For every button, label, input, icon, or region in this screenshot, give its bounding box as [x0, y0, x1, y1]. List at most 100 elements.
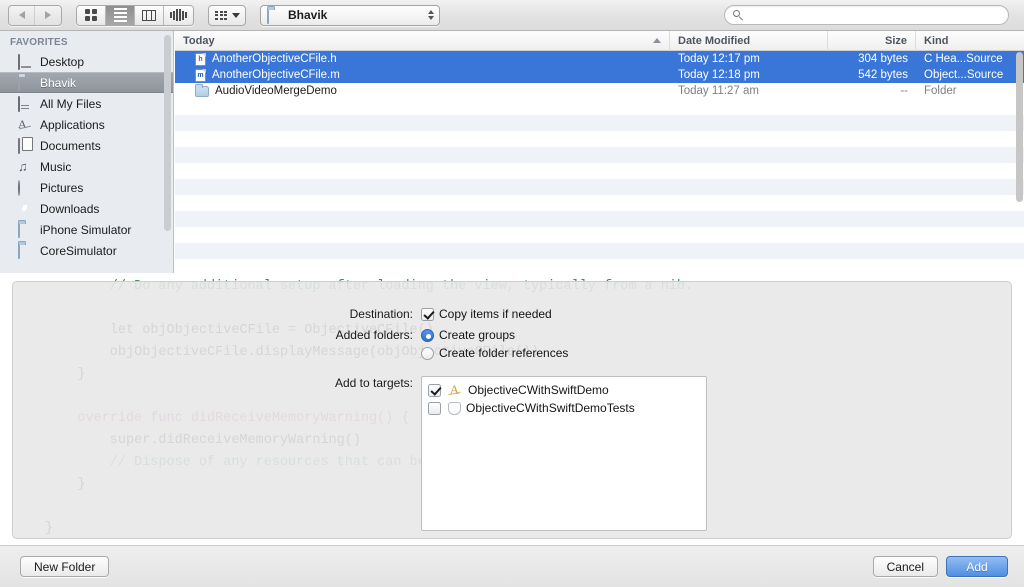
sidebar-item-documents[interactable]: Documents	[0, 135, 173, 156]
sidebar-item-coresimulator[interactable]: CoreSimulator	[0, 240, 173, 261]
file-rows: h AnotherObjectiveCFile.h Today 12:17 pm…	[175, 51, 1024, 273]
file-name-cell: m AnotherObjectiveCFile.m	[175, 67, 670, 83]
navigation-segmented-control[interactable]	[8, 4, 62, 26]
screen-icon	[18, 54, 33, 70]
path-popup-button[interactable]: Bhavik	[260, 4, 440, 26]
column-view-button[interactable]	[135, 5, 164, 25]
column-headers: Today Date Modified Size Kind	[175, 31, 1024, 51]
columns-icon	[142, 9, 156, 21]
sidebar-item-pictures[interactable]: Pictures	[0, 177, 173, 198]
sidebar-item-applications[interactable]: Applications	[0, 114, 173, 135]
create-folder-references-radio[interactable]	[421, 346, 434, 360]
table-row[interactable]: h AnotherObjectiveCFile.h Today 12:17 pm…	[175, 51, 1024, 67]
forward-button[interactable]	[35, 5, 61, 25]
disk-icon	[18, 96, 33, 112]
column-header-kind[interactable]: Kind	[916, 31, 1024, 51]
file-date-cell: Today 12:18 pm	[678, 69, 760, 81]
create-groups-radio[interactable]	[421, 328, 434, 342]
back-button[interactable]	[9, 5, 35, 25]
target-label: ObjectiveCWithSwiftDemo	[468, 383, 609, 397]
table-row-empty	[175, 211, 1024, 227]
target-list-item[interactable]: ObjectiveCWithSwiftDemo	[422, 381, 706, 399]
search-icon	[733, 10, 743, 21]
sidebar-item-label: Pictures	[40, 180, 84, 195]
file-kind-cell: Object...Source	[924, 69, 1004, 81]
grid-icon	[85, 9, 97, 21]
sidebar-item-label: CoreSimulator	[40, 243, 117, 258]
table-row-empty	[175, 259, 1024, 273]
target-list-item[interactable]: ObjectiveCWithSwiftDemoTests	[422, 399, 706, 417]
test-target-icon	[447, 401, 461, 415]
document-icon	[18, 138, 33, 154]
view-mode-segmented-control[interactable]	[76, 4, 194, 26]
toolbar: Bhavik	[0, 0, 1024, 31]
table-row-empty	[175, 115, 1024, 131]
app-target-icon	[447, 383, 462, 397]
sidebar-item-music[interactable]: ♫ Music	[0, 156, 173, 177]
arrange-by-button[interactable]	[208, 4, 246, 26]
column-header-label: Today	[183, 34, 215, 47]
target-label: ObjectiveCWithSwiftDemoTests	[466, 401, 635, 415]
targets-list[interactable]: ObjectiveCWithSwiftDemo ObjectiveCWithSw…	[421, 376, 707, 531]
icon-view-button[interactable]	[77, 5, 106, 25]
table-row-empty	[175, 195, 1024, 211]
create-groups-radio-row[interactable]: Create groups	[421, 328, 568, 342]
download-icon	[18, 202, 33, 215]
sidebar-item-all-my-files[interactable]: All My Files	[0, 93, 173, 114]
column-header-label: Date Modified	[678, 34, 751, 47]
sidebar-item-desktop[interactable]: Desktop	[0, 51, 173, 72]
list-view-button[interactable]	[106, 5, 135, 25]
sidebar-item-label: iPhone Simulator	[40, 222, 132, 237]
destination-label: Destination:	[349, 307, 413, 321]
file-name: AnotherObjectiveCFile.m	[212, 69, 340, 81]
folder-icon	[18, 75, 33, 91]
search-input[interactable]	[748, 9, 993, 21]
sidebar-item-iphone-simulator[interactable]: iPhone Simulator	[0, 219, 173, 240]
table-row-empty	[175, 227, 1024, 243]
added-folders-controls: Create groups Create folder references	[421, 328, 568, 360]
cancel-button[interactable]: Cancel	[872, 556, 938, 577]
sidebar-item-downloads[interactable]: Downloads	[0, 198, 173, 219]
table-row-empty	[175, 131, 1024, 147]
column-header-name[interactable]: Today	[175, 31, 670, 51]
coverflow-icon	[170, 9, 187, 21]
file-size-cell: 304 bytes	[858, 53, 908, 65]
sort-ascending-icon	[653, 38, 661, 43]
sidebar-scrollbar[interactable]	[164, 35, 171, 267]
create-folder-references-radio-row[interactable]: Create folder references	[421, 346, 568, 360]
import-options-panel: Destination: Copy items if needed Added …	[12, 281, 1012, 539]
chevron-down-icon	[232, 12, 240, 18]
c-header-file-icon: h	[195, 52, 206, 66]
copy-items-checkbox[interactable]	[421, 307, 434, 321]
sidebar-item-label: Music	[40, 159, 72, 174]
file-kind-cell: C Hea...Source	[924, 53, 1003, 65]
table-row-empty	[175, 99, 1024, 115]
new-folder-button[interactable]: New Folder	[20, 556, 110, 577]
table-row[interactable]: m AnotherObjectiveCFile.m Today 12:18 pm…	[175, 67, 1024, 83]
column-header-date-modified[interactable]: Date Modified	[670, 31, 828, 51]
file-list-scrollbar[interactable]	[1016, 52, 1023, 267]
file-size-cell: --	[900, 85, 908, 97]
column-header-label: Kind	[924, 34, 949, 47]
back-arrow-icon	[18, 11, 25, 19]
search-container	[724, 5, 1009, 25]
sidebar-item-label: Desktop	[40, 54, 85, 69]
column-header-label: Size	[884, 34, 907, 47]
target-checkbox[interactable]	[428, 383, 441, 397]
copy-items-checkbox-row[interactable]: Copy items if needed	[421, 307, 552, 321]
updown-arrows-icon	[428, 10, 434, 20]
table-row-empty	[175, 179, 1024, 195]
search-field[interactable]	[724, 5, 1009, 25]
sidebar-item-bhavik[interactable]: Bhavik	[0, 72, 173, 93]
file-date-cell: Today 12:17 pm	[678, 53, 760, 65]
destination-controls: Copy items if needed	[421, 307, 552, 321]
sidebar: FAVORITES Desktop Bhavik All My Files Ap…	[0, 31, 174, 273]
coverflow-view-button[interactable]	[164, 5, 193, 25]
forward-arrow-icon	[45, 11, 51, 19]
create-groups-label: Create groups	[439, 328, 516, 342]
column-header-size[interactable]: Size	[828, 31, 916, 51]
add-button[interactable]: Add	[946, 556, 1008, 577]
sidebar-item-label: Applications	[40, 117, 105, 132]
table-row[interactable]: AudioVideoMergeDemo Today 11:27 am -- Fo…	[175, 83, 1024, 99]
target-checkbox[interactable]	[428, 401, 441, 415]
